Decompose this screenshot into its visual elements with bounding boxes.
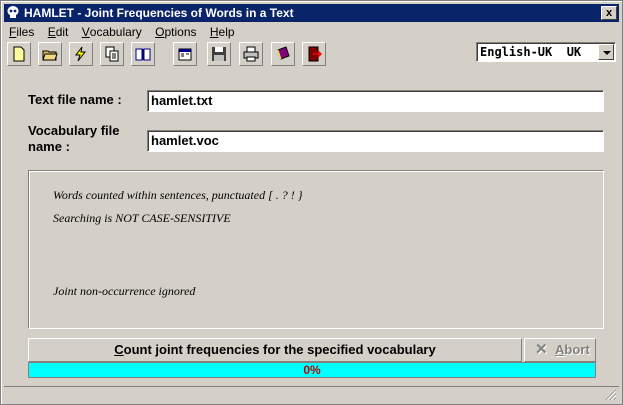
open-book-icon	[135, 48, 151, 61]
menu-files-label: iles	[16, 25, 35, 39]
count-hotkey: C	[114, 342, 124, 357]
window-title: HAMLET - Joint Frequencies of Words in a…	[24, 6, 294, 20]
status-bar	[4, 386, 619, 403]
run-button[interactable]	[69, 42, 93, 66]
vocab-file-input[interactable]	[151, 133, 591, 148]
chevron-down-icon[interactable]	[598, 44, 614, 60]
vocab-file-label-line1: Vocabulary file	[28, 123, 120, 138]
close-button[interactable]: x	[601, 6, 617, 20]
info-panel: Words counted within sentences, punctuat…	[28, 170, 604, 329]
vocab-file-label-line2: name :	[28, 139, 70, 154]
copy-document-button[interactable]	[100, 42, 124, 66]
open-file-button[interactable]	[38, 42, 62, 66]
progress-bar: 0%	[28, 362, 596, 378]
save-disk-icon	[212, 47, 226, 61]
open-folder-icon	[42, 50, 58, 61]
app-skull-icon	[7, 6, 19, 18]
progress-text: 0%	[303, 363, 321, 377]
menu-edit-label: dit	[55, 25, 69, 39]
info-non-occurrence: Joint non-occurrence ignored	[53, 284, 196, 298]
info-punctuation: Words counted within sentences, punctuat…	[53, 188, 303, 202]
abort-label-rest: bort	[564, 342, 590, 357]
language-value: English-UK UK	[480, 45, 582, 59]
save-button[interactable]	[207, 42, 231, 66]
main-window: HAMLET - Joint Frequencies of Words in a…	[0, 0, 623, 405]
text-file-input[interactable]	[151, 93, 591, 108]
properties-icon	[178, 48, 192, 61]
vocab-file-field[interactable]	[147, 130, 604, 152]
menu-bar: Files Edit Vocabulary Options Help	[4, 23, 240, 41]
menu-vocabulary-label: ocabulary	[89, 25, 142, 39]
menu-help-label: elp	[218, 25, 235, 39]
menu-options[interactable]: Options	[150, 23, 201, 41]
text-file-field[interactable]	[147, 90, 604, 112]
menu-vocabulary[interactable]: Vocabulary	[77, 23, 147, 41]
properties-button[interactable]	[173, 42, 197, 66]
dictionary-button[interactable]	[271, 42, 295, 66]
new-file-icon	[13, 46, 25, 62]
menu-help-hotkey: H	[209, 25, 219, 39]
title-bar[interactable]: HAMLET - Joint Frequencies of Words in a…	[4, 4, 619, 22]
menu-options-hotkey: O	[155, 25, 165, 39]
dictionary-book-icon	[277, 46, 290, 60]
abort-x-icon: ✕	[535, 341, 548, 358]
new-file-button[interactable]	[7, 42, 31, 66]
print-icon	[243, 46, 259, 62]
menu-vocabulary-hotkey: V	[81, 25, 90, 39]
count-frequencies-button[interactable]: Count joint frequencies for the specifie…	[28, 338, 522, 362]
menu-options-label: ptions	[164, 25, 197, 39]
menu-files-hotkey: F	[9, 25, 17, 39]
count-label: ount joint frequencies for the specified…	[123, 342, 436, 357]
copy-document-icon	[105, 46, 119, 62]
abort-hotkey: A	[555, 342, 565, 357]
abort-label: Abort	[555, 339, 590, 361]
run-lightning-icon	[75, 46, 87, 62]
menu-edit-hotkey: E	[47, 25, 56, 39]
print-button[interactable]	[239, 42, 263, 66]
info-case-sensitivity: Searching is NOT CASE-SENSITIVE	[53, 211, 231, 225]
menu-help[interactable]: Help	[205, 23, 240, 41]
language-select[interactable]: English-UK UK	[476, 42, 616, 62]
abort-button[interactable]: ✕ Abort	[524, 338, 596, 362]
text-file-label: Text file name :	[28, 92, 122, 107]
open-book-button[interactable]	[131, 42, 155, 66]
exit-button[interactable]	[302, 42, 326, 66]
menu-edit[interactable]: Edit	[43, 23, 74, 41]
menu-files[interactable]: Files	[4, 23, 39, 41]
exit-door-icon	[308, 46, 322, 62]
resize-grip-icon[interactable]	[605, 389, 617, 401]
